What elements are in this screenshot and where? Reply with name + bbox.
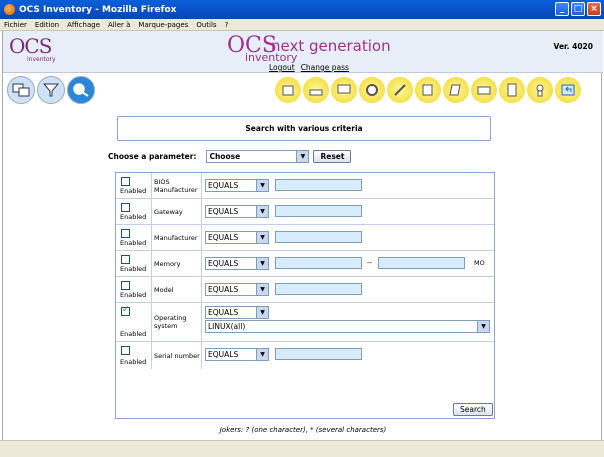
minimize-button[interactable]: _: [555, 2, 569, 16]
search-criteria-title: Search with various criteria: [117, 116, 491, 141]
ocs-logo[interactable]: OCS inventory: [9, 34, 67, 66]
memory-min-input[interactable]: [275, 257, 362, 269]
reset-button[interactable]: Reset: [313, 150, 352, 163]
edit-icon[interactable]: [415, 77, 441, 103]
parameter-select[interactable]: Choose ▼: [206, 150, 310, 163]
help-icon[interactable]: [527, 77, 553, 103]
criteria-row: Enabled Model EQUALS ▼: [116, 277, 494, 303]
criteria-label: BIOS Manufacturer: [152, 173, 202, 198]
os-value-select[interactable]: LINUX(all) ▼: [205, 320, 490, 333]
document-icon[interactable]: [443, 77, 469, 103]
network-icon[interactable]: [303, 77, 329, 103]
criteria-row: Enabled Memory EQUALS ▼ -- MO: [116, 251, 494, 277]
criteria-label: Memory: [152, 251, 202, 276]
brand-banner: OCS next generation inventory: [227, 33, 391, 64]
logout-link[interactable]: Logout: [269, 63, 295, 72]
software-icon[interactable]: [275, 77, 301, 103]
criteria-row: Enabled Gateway EQUALS ▼: [116, 199, 494, 225]
groups-icon[interactable]: [37, 76, 65, 104]
chevron-down-icon: ▼: [256, 206, 268, 217]
criteria-label: Model: [152, 277, 202, 302]
criteria-row: Enabled Serial number EQUALS ▼: [116, 342, 494, 369]
menu-outils[interactable]: Outils: [196, 21, 216, 29]
criteria-row: Enabled Operating system EQUALS▼ LINUX(a…: [116, 303, 494, 342]
operator-select[interactable]: EQUALS ▼: [205, 257, 269, 270]
chevron-down-icon: ▼: [256, 180, 268, 191]
operator-select[interactable]: EQUALS ▼: [205, 179, 269, 192]
chevron-down-icon: ▼: [256, 258, 268, 269]
menu-affichage[interactable]: Affichage: [67, 21, 100, 29]
operator-select[interactable]: EQUALS ▼: [205, 306, 269, 319]
report-icon[interactable]: [499, 77, 525, 103]
value-input[interactable]: [275, 231, 362, 243]
enable-checkbox[interactable]: [121, 305, 130, 316]
criteria-label: Gateway: [152, 199, 202, 224]
enable-checkbox[interactable]: [121, 203, 130, 212]
search-icon[interactable]: [67, 76, 95, 104]
window-title: OCS Inventory - Mozilla Firefox: [19, 4, 177, 15]
back-icon[interactable]: [555, 77, 581, 103]
maximize-button[interactable]: □: [571, 2, 585, 16]
criteria-row: Enabled Manufacturer EQUALS ▼: [116, 225, 494, 251]
criteria-label: Operating system: [152, 303, 202, 341]
menu-help[interactable]: ?: [225, 21, 229, 29]
value-input[interactable]: [275, 283, 362, 295]
deploy-icon[interactable]: [331, 77, 357, 103]
operator-select[interactable]: EQUALS ▼: [205, 283, 269, 296]
value-input[interactable]: [275, 205, 362, 217]
criteria-row: Enabled BIOS Manufacturer EQUALS ▼: [116, 173, 494, 199]
criteria-label: Serial number: [152, 342, 202, 369]
operator-select[interactable]: EQUALS ▼: [205, 231, 269, 244]
memory-max-input[interactable]: [378, 257, 465, 269]
enable-checkbox[interactable]: [121, 255, 130, 264]
page-header: OCS inventory OCS next generation invent…: [3, 31, 603, 73]
jokers-hint: Jokers: ? (one character), * (several ch…: [219, 426, 387, 434]
value-input[interactable]: [275, 179, 362, 191]
chevron-down-icon: ▼: [256, 307, 268, 318]
criteria-label: Manufacturer: [152, 225, 202, 250]
computers-icon[interactable]: [7, 76, 35, 104]
status-bar: [0, 440, 604, 457]
change-pass-link[interactable]: Change pass: [301, 63, 349, 72]
chevron-down-icon: ▼: [477, 321, 489, 332]
menu-fichier[interactable]: Fichier: [4, 21, 27, 29]
gears-icon[interactable]: [359, 77, 385, 103]
search-button[interactable]: Search: [453, 403, 493, 416]
firefox-icon: [4, 4, 15, 15]
chevron-down-icon: ▼: [296, 151, 309, 162]
menu-aller[interactable]: Aller à: [108, 21, 130, 29]
value-input[interactable]: [275, 348, 362, 360]
criteria-table: Enabled BIOS Manufacturer EQUALS ▼ Enable…: [115, 172, 495, 419]
menu-marque-pages[interactable]: Marque-pages: [138, 21, 188, 29]
chevron-down-icon: ▼: [256, 349, 268, 360]
enable-checkbox[interactable]: [121, 177, 130, 186]
enable-checkbox[interactable]: [121, 346, 130, 355]
range-separator: --: [367, 259, 373, 267]
enable-checkbox[interactable]: [121, 281, 130, 290]
close-button[interactable]: ×: [587, 2, 601, 16]
window-titlebar: OCS Inventory - Mozilla Firefox _ □ ×: [0, 0, 604, 19]
tools-icon[interactable]: [387, 77, 413, 103]
page-content: OCS inventory OCS next generation invent…: [2, 31, 603, 457]
menu-edition[interactable]: Edition: [35, 21, 59, 29]
folder-icon[interactable]: [471, 77, 497, 103]
menu-bar: Fichier Edition Affichage Aller à Marque…: [0, 19, 604, 31]
operator-select[interactable]: EQUALS ▼: [205, 205, 269, 218]
version-label: Ver. 4020: [553, 42, 593, 51]
choose-parameter-label: Choose a parameter:: [108, 152, 197, 161]
memory-unit: MO: [474, 259, 485, 267]
chevron-down-icon: ▼: [256, 284, 268, 295]
chevron-down-icon: ▼: [256, 232, 268, 243]
enable-checkbox[interactable]: [121, 229, 130, 238]
operator-select[interactable]: EQUALS ▼: [205, 348, 269, 361]
